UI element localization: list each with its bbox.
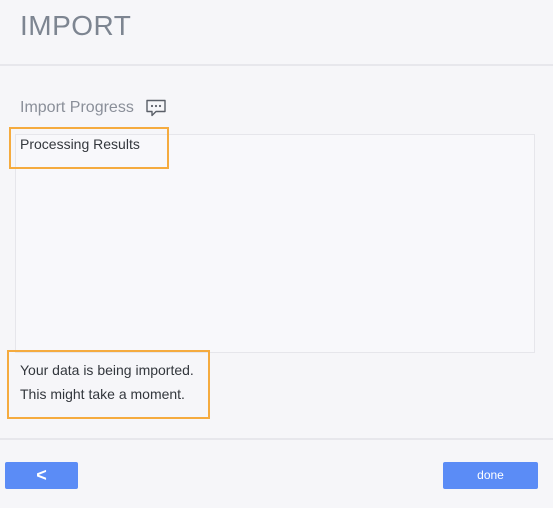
section-title: Import Progress bbox=[20, 99, 134, 116]
back-button[interactable]: < bbox=[5, 462, 78, 489]
comment-icon[interactable] bbox=[145, 99, 167, 117]
page-title: IMPORT bbox=[20, 10, 132, 41]
status-highlight-box bbox=[7, 350, 210, 419]
import-progress-heading: Import Progress bbox=[20, 99, 167, 117]
page-header: IMPORT bbox=[0, 0, 553, 66]
done-button[interactable]: done bbox=[443, 462, 538, 489]
results-highlight-box bbox=[9, 127, 169, 169]
footer-divider bbox=[0, 438, 553, 440]
